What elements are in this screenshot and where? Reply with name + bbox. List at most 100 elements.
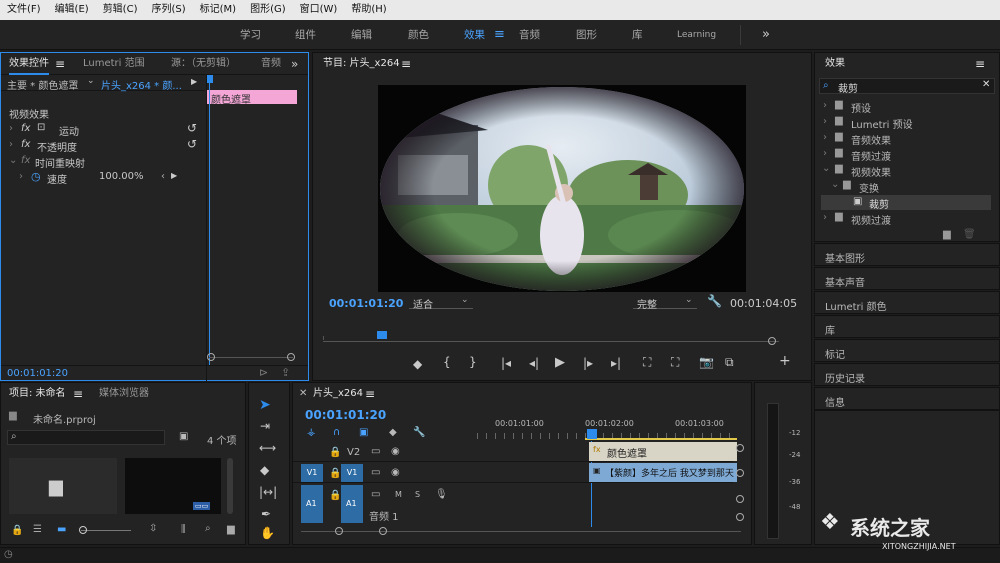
eye-icon[interactable]: ◉ bbox=[391, 467, 400, 478]
project-search-input[interactable]: ⌕ bbox=[7, 430, 165, 445]
workspace-editing[interactable]: 编辑 bbox=[351, 20, 372, 50]
tree-item-video-effects[interactable]: ⌄ ▆ 视频效果 bbox=[815, 163, 999, 179]
fx-icon[interactable]: fx bbox=[21, 139, 30, 150]
bin-thumbnail[interactable]: ▆ bbox=[9, 458, 117, 514]
compare-view-icon[interactable]: ⧉ bbox=[725, 355, 734, 370]
h-scroll-left[interactable] bbox=[335, 527, 343, 535]
selection-tool-icon[interactable]: ➤ bbox=[259, 397, 271, 413]
linked-select-icon[interactable]: ▣ bbox=[359, 427, 368, 438]
effects-search-input[interactable]: 裁剪 bbox=[838, 80, 858, 95]
fx-icon[interactable]: fx bbox=[21, 123, 30, 134]
button-editor-icon[interactable]: + bbox=[779, 353, 791, 369]
zoom-slider-handle[interactable] bbox=[79, 526, 87, 534]
workspace-libraries[interactable]: 库 bbox=[632, 20, 643, 50]
workspace-menu-icon[interactable]: ≡ bbox=[494, 20, 505, 50]
sync-lock-icon[interactable]: ▭ bbox=[371, 489, 380, 500]
export-icon[interactable]: ⇪ bbox=[281, 366, 290, 379]
scrub-end-handle[interactable] bbox=[768, 337, 776, 345]
sync-lock-icon[interactable]: ▭ bbox=[371, 446, 380, 457]
expand-opacity-icon[interactable]: › bbox=[9, 139, 13, 150]
mark-out-icon[interactable]: } bbox=[469, 355, 477, 369]
expand-motion-icon[interactable]: › bbox=[9, 123, 13, 134]
workspace-learn[interactable]: 学习 bbox=[240, 20, 261, 50]
effects-menu-icon[interactable]: ≡ bbox=[975, 53, 985, 75]
clear-search-icon[interactable]: ✕ bbox=[982, 79, 990, 90]
reset-motion-icon[interactable]: ↺ bbox=[187, 121, 197, 135]
timeline-playhead[interactable] bbox=[587, 429, 597, 439]
ripple-edit-icon[interactable]: ⟷ bbox=[259, 441, 276, 455]
menu-clip[interactable]: 剪辑(C) bbox=[96, 0, 145, 20]
track-select-icon[interactable]: ⇥ bbox=[260, 419, 270, 433]
program-timecode[interactable]: 00:01:01:20 bbox=[329, 297, 403, 310]
tab-source[interactable]: 源：（无剪辑） bbox=[171, 53, 236, 75]
tree-item-transform[interactable]: ⌄ ▆ 变换 bbox=[815, 179, 999, 195]
tab-lumetri-scopes[interactable]: Lumetri 范围 bbox=[83, 53, 145, 75]
master-dropdown-icon[interactable]: ⌄ bbox=[87, 76, 95, 86]
panel-essential-sound[interactable]: 基本声音 bbox=[814, 267, 1000, 290]
eye-icon[interactable]: ◉ bbox=[391, 446, 400, 457]
video-frame[interactable] bbox=[378, 85, 746, 292]
source-patch-v1[interactable]: V1 bbox=[301, 464, 323, 482]
find-icon[interactable]: ⌕ bbox=[205, 523, 211, 534]
clip-thumbnail[interactable]: ▭▭ bbox=[125, 458, 221, 514]
v-scroll-handle[interactable] bbox=[736, 469, 744, 477]
stopwatch-icon[interactable]: ◷ bbox=[31, 170, 41, 183]
menu-graphics[interactable]: 图形(G) bbox=[243, 0, 293, 20]
timeline-title[interactable]: 片头_x264 bbox=[313, 383, 363, 405]
tree-item-audio-effects[interactable]: › ▆ 音频效果 bbox=[815, 131, 999, 147]
step-forward-icon[interactable]: |▸ bbox=[583, 356, 593, 370]
v-scroll-handle[interactable] bbox=[736, 444, 744, 452]
tree-item-lumetri-presets[interactable]: › ▆ Lumetri 预设 bbox=[815, 115, 999, 131]
v-scroll-handle[interactable] bbox=[736, 495, 744, 503]
panel-history[interactable]: 历史记录 bbox=[814, 363, 1000, 386]
project-menu-icon[interactable]: ≡ bbox=[73, 383, 83, 405]
sort-icon[interactable]: ⇳ bbox=[149, 523, 157, 534]
tab-project[interactable]: 项目: 未命名 bbox=[9, 383, 66, 405]
tree-item-audio-transitions[interactable]: › ▆ 音频过渡 bbox=[815, 147, 999, 163]
new-search-bin-icon[interactable]: ▣ bbox=[179, 431, 188, 442]
timeline-timecode[interactable]: 00:01:01:20 bbox=[305, 408, 386, 422]
h-scroll-right[interactable] bbox=[379, 527, 387, 535]
clip-video[interactable]: ▣ 【紫颜】多年之后 我又梦到那天 bbox=[589, 463, 737, 482]
timeline-menu-icon[interactable]: ≡ bbox=[365, 383, 375, 405]
clip-bar[interactable]: 颜色遮罩 bbox=[207, 90, 297, 106]
time-ruler[interactable]: 00:01:01:00 00:01:02:00 00:01:03:00 bbox=[477, 407, 737, 441]
new-bin-icon[interactable]: ▆ bbox=[227, 524, 235, 535]
menu-file[interactable]: 文件(F) bbox=[0, 0, 48, 20]
tab-media-browser[interactable]: 媒体浏览器 bbox=[99, 383, 149, 405]
workspace-audio[interactable]: 音频 bbox=[519, 20, 540, 50]
lock-icon[interactable]: 🔒 bbox=[329, 447, 341, 458]
go-to-in-icon[interactable]: |◂ bbox=[501, 356, 511, 370]
menu-window[interactable]: 窗口(W) bbox=[293, 0, 345, 20]
delete-icon[interactable]: 🗑 bbox=[963, 229, 976, 240]
hand-tool-icon[interactable]: ✋ bbox=[260, 526, 275, 540]
master-label[interactable]: 主要 * 颜色遮罩 bbox=[7, 77, 78, 92]
lift-icon[interactable]: ⛶ bbox=[643, 355, 651, 370]
menu-sequence[interactable]: 序列(S) bbox=[144, 0, 192, 20]
tabs-overflow-icon[interactable]: » bbox=[291, 53, 298, 75]
go-to-out-icon[interactable]: ▸| bbox=[611, 356, 621, 370]
icon-view-icon[interactable]: ▬ bbox=[57, 524, 66, 535]
collapse-time-remap-icon[interactable]: ⌄ bbox=[9, 155, 17, 166]
program-title[interactable]: 节目: 片头_x264 bbox=[323, 53, 400, 75]
automate-icon[interactable]: ⫼ bbox=[181, 524, 186, 535]
project-scrollbar[interactable] bbox=[227, 458, 233, 514]
panel-info[interactable]: 信息 bbox=[814, 387, 1000, 410]
tree-item-video-transitions[interactable]: › ▆ 视频过渡 bbox=[815, 211, 999, 227]
extract-icon[interactable]: ⛶ bbox=[671, 355, 679, 370]
slip-tool-icon[interactable]: |↔| bbox=[259, 485, 277, 499]
add-marker-icon[interactable]: ◆ bbox=[389, 427, 397, 438]
snap-icon[interactable]: ∩ bbox=[333, 427, 340, 438]
play-only-icon[interactable]: ▶ bbox=[191, 77, 197, 86]
h-scrollbar[interactable] bbox=[301, 531, 741, 532]
pen-tool-icon[interactable]: ✒ bbox=[261, 507, 271, 521]
reset-opacity-icon[interactable]: ↺ bbox=[187, 137, 197, 151]
panel-libraries[interactable]: 库 bbox=[814, 315, 1000, 338]
lock-icon[interactable]: 🔒 bbox=[329, 490, 341, 501]
mini-playhead[interactable] bbox=[207, 75, 213, 83]
program-scrubber[interactable] bbox=[323, 341, 779, 342]
quality-select[interactable]: 完整 ⌄ bbox=[633, 295, 697, 311]
effects-title[interactable]: 效果 bbox=[825, 53, 845, 75]
add-marker-icon[interactable]: ◆ bbox=[413, 357, 422, 371]
solo-button[interactable]: S bbox=[415, 490, 420, 499]
